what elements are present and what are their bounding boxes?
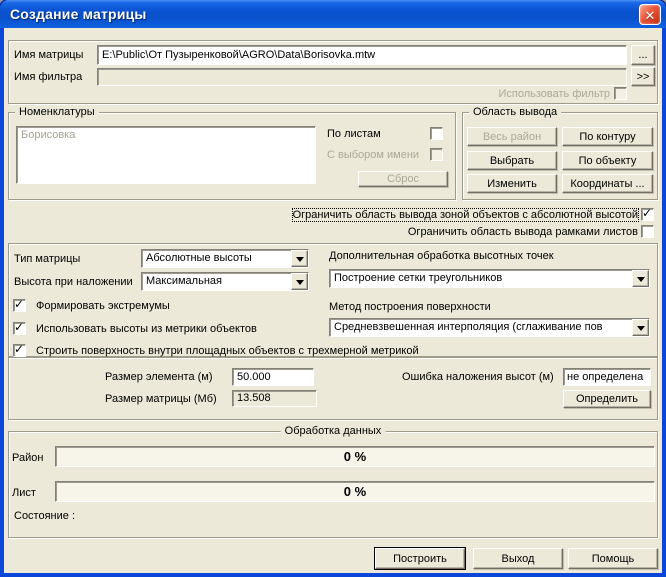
select-button[interactable]: Выбрать xyxy=(467,151,557,170)
form-extremes-label: Формировать экстремумы xyxy=(36,300,170,312)
chevron-down-icon[interactable] xyxy=(291,250,308,267)
close-button[interactable] xyxy=(639,4,661,25)
limit-by-frames-checkbox[interactable] xyxy=(641,225,654,238)
whole-region-button[interactable]: Весь район xyxy=(467,127,557,146)
matrix-name-input[interactable]: E:\Public\От Пузыренковой\AGRO\Data\Bori… xyxy=(97,45,627,65)
limit-by-zone-label: Ограничить область вывода зоной объектов… xyxy=(230,209,638,221)
build-surface-label: Строить поверхность внутри площадных объ… xyxy=(36,345,419,357)
form-extremes-checkbox[interactable] xyxy=(13,299,26,312)
title-bar[interactable]: Создание матрицы xyxy=(0,0,666,28)
surface-method-label: Метод построения поверхности xyxy=(329,301,491,313)
matrix-type-select[interactable]: Абсолютные высоты xyxy=(141,249,309,268)
with-name-label: С выбором имени xyxy=(327,149,419,161)
browse-button[interactable]: ... xyxy=(631,45,655,65)
element-size-label: Размер элемента (м) xyxy=(105,371,213,383)
build-button[interactable]: Построить xyxy=(375,548,465,569)
by-sheets-checkbox[interactable] xyxy=(430,127,443,140)
change-button[interactable]: Изменить xyxy=(467,174,557,193)
use-filter-label: Использовать фильтр xyxy=(470,88,610,100)
matrix-size-label: Размер матрицы (Мб) xyxy=(105,393,217,405)
matrix-type-label: Тип матрицы xyxy=(14,253,80,265)
filter-name-input[interactable] xyxy=(97,68,627,86)
overlay-error-value: не определена xyxy=(563,368,651,386)
sheet-progressbar: 0 % xyxy=(55,481,655,502)
processing-title: Обработка данных xyxy=(281,425,386,437)
sheet-label: Лист xyxy=(12,487,36,499)
by-contour-button[interactable]: По контуру xyxy=(562,127,653,146)
coordinates-button[interactable]: Координаты ... xyxy=(562,174,653,193)
reset-button[interactable]: Сброс xyxy=(358,171,448,187)
list-item[interactable]: Борисовка xyxy=(17,127,315,143)
by-sheets-label: По листам xyxy=(327,128,381,140)
chevron-down-icon[interactable] xyxy=(632,319,649,336)
use-heights-checkbox[interactable] xyxy=(13,322,26,335)
sizes-group xyxy=(8,357,658,420)
region-progressbar: 0 % xyxy=(55,446,655,467)
with-name-checkbox[interactable] xyxy=(430,148,443,161)
region-label: Район xyxy=(12,452,43,464)
limit-by-zone-checkbox[interactable] xyxy=(641,208,654,221)
determine-button[interactable]: Определить xyxy=(563,390,651,408)
use-filter-checkbox[interactable] xyxy=(614,87,627,100)
help-button[interactable]: Помощь xyxy=(568,548,658,569)
limit-by-frames-label: Ограничить область вывода рамками листов xyxy=(230,226,638,238)
nomenclatures-title: Номенклатуры xyxy=(15,106,99,118)
nomenclatures-listbox[interactable]: Борисовка xyxy=(16,126,316,184)
extra-processing-label: Дополнительная обработка высотных точек xyxy=(329,250,554,262)
chevron-down-icon[interactable] xyxy=(291,273,308,290)
status-label: Состояние : xyxy=(14,510,75,522)
use-heights-label: Использовать высоты из метрики объектов xyxy=(36,323,257,335)
by-object-button[interactable]: По объекту xyxy=(562,151,653,170)
exit-button[interactable]: Выход xyxy=(473,548,563,569)
overlay-height-select[interactable]: Максимальная xyxy=(141,272,309,291)
matrix-creation-dialog: Создание матрицы Имя матрицы E:\Public\О… xyxy=(0,0,666,577)
chevron-down-icon[interactable] xyxy=(632,270,649,287)
window-title: Создание матрицы xyxy=(10,0,147,28)
element-size-input[interactable]: 50.000 xyxy=(232,368,314,386)
matrix-name-label: Имя матрицы xyxy=(14,49,83,61)
expand-filter-button[interactable]: >> xyxy=(631,67,655,86)
surface-method-select[interactable]: Средневзвешенная интерполяция (сглаживан… xyxy=(329,318,650,337)
overlay-error-label: Ошибка наложения высот (м) xyxy=(402,371,554,383)
build-surface-checkbox[interactable] xyxy=(13,344,26,357)
overlay-height-label: Высота при наложении xyxy=(14,276,133,288)
filter-name-label: Имя фильтра xyxy=(14,71,82,83)
matrix-size-value: 13.508 xyxy=(232,390,317,407)
output-area-title: Область вывода xyxy=(469,106,561,118)
extra-processing-select[interactable]: Построение сетки треугольников xyxy=(329,269,650,288)
